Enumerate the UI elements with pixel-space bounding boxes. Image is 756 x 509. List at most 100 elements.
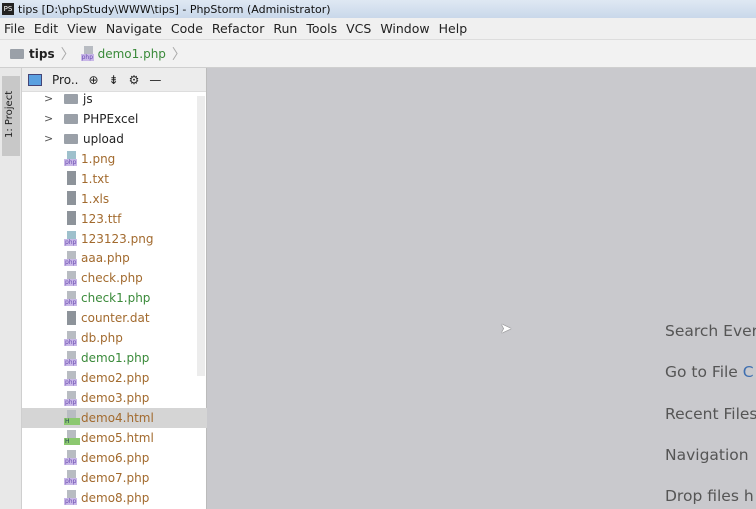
php-file-icon bbox=[64, 350, 78, 366]
tree-item-label: db.php bbox=[81, 331, 123, 346]
menu-navigate[interactable]: Navigate bbox=[106, 21, 162, 36]
tree-item-label: upload bbox=[83, 131, 124, 146]
chevron-right-icon[interactable]: > bbox=[44, 112, 56, 125]
tree-item[interactable]: demo8.php bbox=[22, 488, 207, 508]
tree-item[interactable]: demo6.php bbox=[22, 448, 207, 468]
gen-file-icon bbox=[64, 171, 78, 186]
menu-view[interactable]: View bbox=[67, 21, 97, 36]
tree-item[interactable]: demo1.php bbox=[22, 348, 207, 368]
tree-item-label: 123123.png bbox=[81, 231, 154, 246]
project-panel: Pro.. ⊕ ⇟ ⚙ — > js > PHPExcel > upload 1.png 1.… bbox=[22, 68, 207, 509]
html-file-icon bbox=[64, 430, 80, 446]
gen-file-icon bbox=[64, 310, 78, 326]
left-tool-strip: 1: Project bbox=[0, 68, 22, 509]
scrollbar[interactable] bbox=[197, 96, 205, 376]
file-tree: > js > PHPExcel > upload 1.png 1.txt 1.xls 123.tt… bbox=[22, 89, 207, 508]
tree-item-label: demo8.php bbox=[81, 490, 150, 505]
tree-item-label: js bbox=[83, 91, 93, 106]
welcome-hint: Navigation bbox=[665, 446, 749, 464]
tree-item[interactable]: aaa.php bbox=[22, 249, 207, 269]
tree-item[interactable]: 1.xls bbox=[22, 189, 207, 209]
tree-item[interactable]: demo7.php bbox=[22, 468, 207, 488]
tree-item-label: demo3.php bbox=[81, 391, 150, 406]
breadcrumb-folder[interactable]: tips bbox=[29, 47, 55, 61]
menu-run[interactable]: Run bbox=[273, 21, 297, 36]
php-file-icon bbox=[64, 390, 78, 406]
tab-project-label: 1: Project bbox=[4, 90, 15, 138]
window-title: tips [D:\phpStudy\WWW\tips] - PhpStorm (… bbox=[18, 2, 331, 16]
menu-window[interactable]: Window bbox=[380, 21, 429, 36]
tree-item-label: 1.png bbox=[81, 151, 116, 166]
welcome-hint: Recent Files bbox=[665, 405, 756, 423]
tree-item[interactable]: check1.php bbox=[22, 288, 207, 308]
tree-item-label: 123.ttf bbox=[81, 211, 122, 226]
tree-item-label: demo4.html bbox=[81, 410, 154, 425]
welcome-hint: Drop files h bbox=[665, 487, 754, 505]
chevron-right-icon[interactable]: > bbox=[44, 92, 56, 105]
mouse-cursor-icon: ➤ bbox=[500, 321, 512, 337]
tree-item-label: demo1.php bbox=[81, 351, 150, 366]
tree-item-label: 1.txt bbox=[81, 171, 109, 186]
hint-label: Navigation bbox=[665, 445, 749, 464]
menu-file[interactable]: File bbox=[4, 21, 25, 36]
menu-tools[interactable]: Tools bbox=[306, 21, 337, 36]
menu-refactor[interactable]: Refactor bbox=[212, 21, 264, 36]
project-view-selector[interactable]: Pro.. bbox=[52, 73, 78, 87]
tree-item[interactable]: 123.ttf bbox=[22, 209, 207, 229]
phpstorm-logo-icon: PS bbox=[2, 3, 14, 15]
tree-item[interactable]: demo5.html bbox=[22, 428, 207, 448]
tree-item-label: demo6.php bbox=[81, 450, 150, 465]
php-file-icon bbox=[64, 270, 78, 286]
gen-file-icon bbox=[64, 211, 78, 226]
folder-icon bbox=[64, 113, 78, 124]
menu-code[interactable]: Code bbox=[171, 21, 203, 36]
tree-item[interactable]: demo2.php bbox=[22, 368, 207, 388]
tree-item[interactable]: counter.dat bbox=[22, 308, 207, 328]
php-file-icon bbox=[64, 490, 78, 506]
folder-icon bbox=[10, 48, 24, 59]
tree-item[interactable]: db.php bbox=[22, 328, 207, 348]
gen-file-icon bbox=[64, 191, 78, 206]
chevron-right-icon: 〉 bbox=[171, 46, 186, 63]
menu-edit[interactable]: Edit bbox=[34, 21, 58, 36]
tree-item-label: PHPExcel bbox=[83, 111, 139, 126]
tree-item[interactable]: > js bbox=[22, 89, 207, 109]
img-file-icon bbox=[64, 151, 78, 167]
tree-item-label: counter.dat bbox=[81, 311, 150, 326]
hint-shortcut: C bbox=[742, 363, 754, 382]
collapse-all-icon[interactable]: ⇟ bbox=[109, 73, 119, 87]
welcome-hint: Search Ever bbox=[665, 322, 756, 340]
tree-item[interactable]: 123123.png bbox=[22, 229, 207, 249]
menu-help[interactable]: Help bbox=[439, 21, 468, 36]
locate-icon[interactable]: ⊕ bbox=[88, 73, 98, 87]
tree-item[interactable]: 1.png bbox=[22, 149, 207, 169]
tree-item[interactable]: > PHPExcel bbox=[22, 109, 207, 129]
gear-icon[interactable]: ⚙ bbox=[129, 73, 140, 87]
hint-label: Recent Files bbox=[665, 404, 756, 423]
minimize-icon[interactable]: — bbox=[149, 73, 161, 87]
tree-item-label: demo7.php bbox=[81, 470, 150, 485]
folder-icon bbox=[64, 133, 78, 144]
welcome-hint: Go to File C bbox=[665, 363, 754, 381]
tree-item[interactable]: check.php bbox=[22, 268, 207, 288]
tree-item[interactable]: 1.txt bbox=[22, 169, 207, 189]
php-file-icon bbox=[64, 470, 78, 486]
breadcrumb-file[interactable]: demo1.php bbox=[98, 47, 166, 61]
breadcrumb: tips 〉 demo1.php 〉 bbox=[0, 40, 756, 68]
tree-item-label: check1.php bbox=[81, 291, 151, 306]
php-file-icon bbox=[80, 46, 95, 61]
tree-item[interactable]: demo3.php bbox=[22, 388, 207, 408]
tree-item-label: check.php bbox=[81, 271, 143, 286]
tree-item[interactable]: demo4.html bbox=[22, 408, 207, 428]
tree-item[interactable]: > upload bbox=[22, 129, 207, 149]
hint-label: Search Ever bbox=[665, 322, 756, 340]
chevron-right-icon[interactable]: > bbox=[44, 132, 56, 145]
tree-item-label: demo5.html bbox=[81, 430, 154, 445]
tab-project[interactable]: 1: Project bbox=[2, 76, 20, 156]
php-file-icon bbox=[64, 290, 78, 306]
menu-bar: File Edit View Navigate Code Refactor Run Tools… bbox=[0, 18, 756, 40]
php-file-icon bbox=[64, 450, 78, 466]
menu-vcs[interactable]: VCS bbox=[346, 21, 371, 36]
hint-label: Go to File bbox=[665, 363, 743, 382]
chevron-right-icon: 〉 bbox=[60, 46, 75, 63]
